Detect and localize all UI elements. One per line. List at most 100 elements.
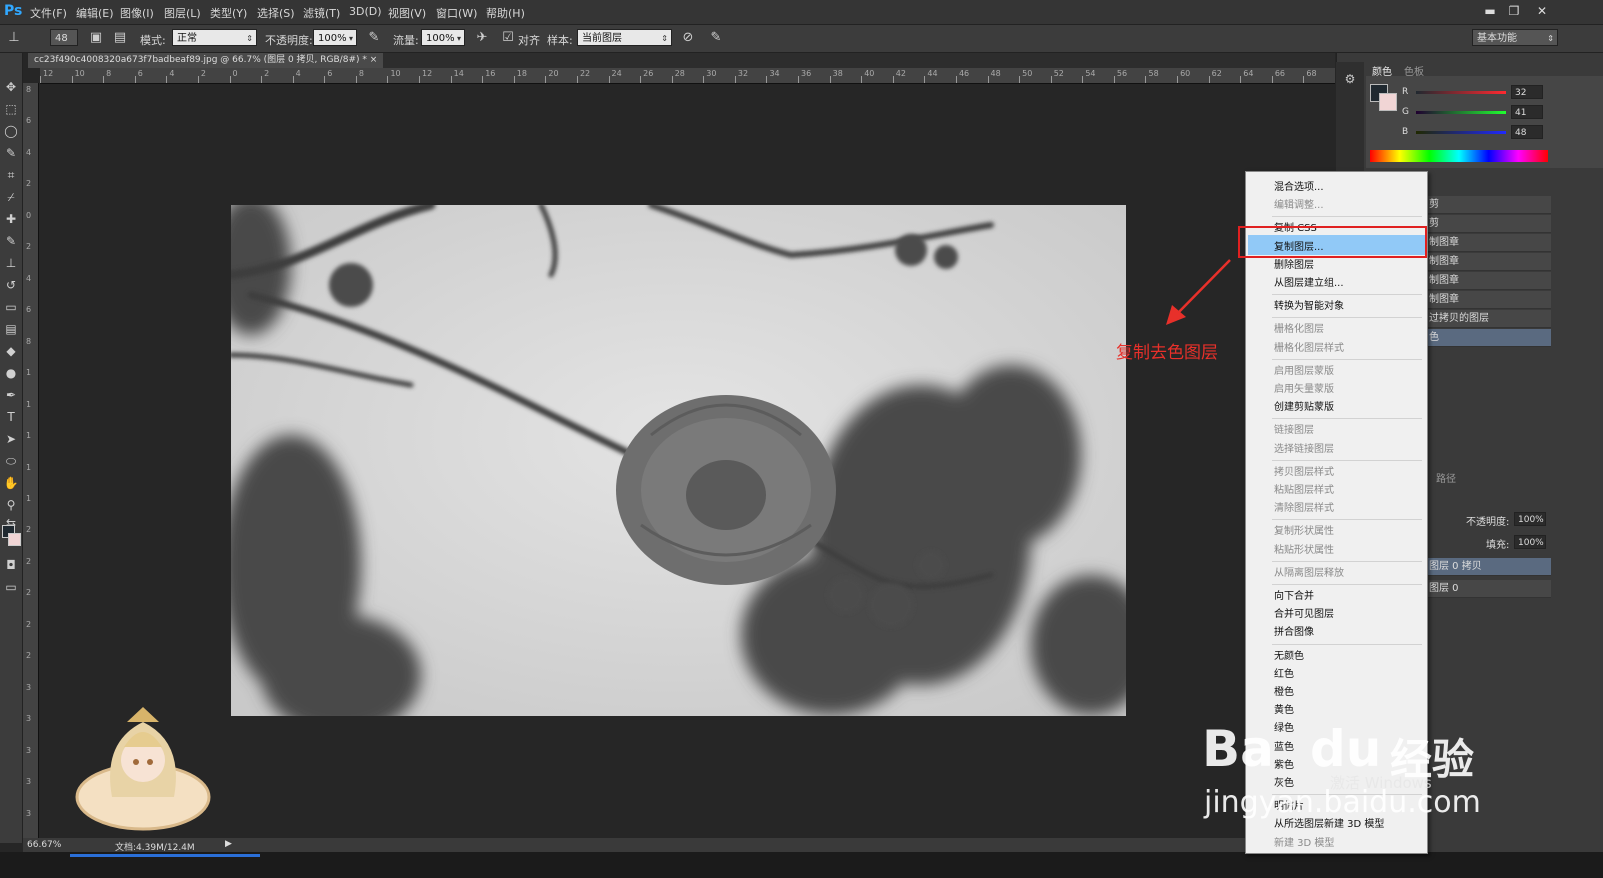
close-button[interactable]: ✕ xyxy=(1532,3,1552,19)
menu-item-5[interactable]: 选择(S) xyxy=(257,5,295,21)
context-menu-item: 链接图层 xyxy=(1274,425,1314,437)
layer-opacity-field[interactable]: 100% xyxy=(1514,512,1546,526)
path-select-icon[interactable]: ➤ xyxy=(3,431,19,447)
tab-color[interactable]: 颜色 xyxy=(1372,63,1392,78)
quick-mask-icon[interactable]: ◘ xyxy=(3,557,19,573)
menu-item-7[interactable]: 3D(D) xyxy=(349,5,382,18)
color-spectrum-ramp[interactable] xyxy=(1370,150,1548,162)
hand-icon[interactable]: ✋ xyxy=(3,475,19,491)
context-menu-item[interactable]: 红色 xyxy=(1274,665,1294,680)
clone-stamp-icon[interactable]: ⊥ xyxy=(3,255,19,271)
mode-select[interactable]: 正常 ⇕ xyxy=(172,29,257,46)
restore-button[interactable]: ❐ xyxy=(1504,3,1524,19)
lasso-icon[interactable]: ◯ xyxy=(3,123,19,139)
tab-paths[interactable]: 路径 xyxy=(1426,470,1566,485)
context-menu-item[interactable]: 无颜色 xyxy=(1274,647,1304,662)
workspace-select[interactable]: 基本功能 ⇕ xyxy=(1472,29,1558,46)
context-menu-item[interactable]: 拼合图像 xyxy=(1274,623,1314,638)
history-row[interactable]: 制图章 xyxy=(1426,291,1551,309)
menu-item-8[interactable]: 视图(V) xyxy=(388,5,426,21)
menu-item-1[interactable]: 编辑(E) xyxy=(76,5,114,21)
history-icon[interactable]: ⚙ xyxy=(1342,72,1358,88)
gradient-icon[interactable]: ▤ xyxy=(3,321,19,337)
layer-row-base[interactable]: 图层 0 xyxy=(1426,580,1551,598)
context-menu-item[interactable]: 创建剪贴蒙版 xyxy=(1274,398,1334,413)
ignore-adjustment-icon[interactable]: ⊘ xyxy=(680,30,696,46)
sample-value: 当前图层 xyxy=(582,33,622,44)
screen-mode-icon[interactable]: ▭ xyxy=(3,579,19,595)
crop-icon[interactable]: ⌗ xyxy=(3,167,19,183)
v-ruler-tick: 2 xyxy=(26,525,32,535)
pressure-size-icon[interactable]: ✎ xyxy=(708,30,724,46)
pen-icon[interactable]: ✒ xyxy=(3,387,19,403)
history-row[interactable]: 剪 xyxy=(1426,215,1551,233)
g-slider[interactable] xyxy=(1416,111,1506,114)
pressure-opacity-icon[interactable]: ✎ xyxy=(366,30,382,46)
h-ruler-tick: 62 xyxy=(1211,69,1222,78)
menu-item-4[interactable]: 类型(Y) xyxy=(210,5,247,21)
layer-row-copy[interactable]: 图层 0 拷贝 xyxy=(1426,558,1551,576)
menu-item-3[interactable]: 图层(L) xyxy=(164,5,201,21)
history-row[interactable]: 色 xyxy=(1426,329,1551,347)
vertical-ruler[interactable]: 8 6 4 2 0 2 4 6 8 1 1 1 1 1 2 2 2 2 2 3 3 3 3 3 xyxy=(23,83,39,838)
menu-item-2[interactable]: 图像(I) xyxy=(120,5,154,21)
background-color-swatch[interactable] xyxy=(1379,93,1397,111)
g-value[interactable]: 41 xyxy=(1511,105,1543,119)
quick-select-icon[interactable]: ✎ xyxy=(3,145,19,161)
context-menu-item[interactable]: 转换为智能对象 xyxy=(1274,297,1344,312)
b-slider[interactable] xyxy=(1416,131,1506,134)
dodge-icon[interactable]: ● xyxy=(3,365,19,381)
airbrush-icon[interactable]: ✈ xyxy=(474,30,490,46)
align-checkbox[interactable]: ☑ xyxy=(500,30,516,46)
history-row[interactable]: 剪 xyxy=(1426,196,1551,214)
tab-close-icon[interactable]: × xyxy=(370,55,378,65)
menu-item-10[interactable]: 帮助(H) xyxy=(486,5,525,21)
menu-item-9[interactable]: 窗口(W) xyxy=(436,5,477,21)
sample-select[interactable]: 当前图层 ⇕ xyxy=(577,29,672,46)
eyedropper-icon[interactable]: ⌿ xyxy=(3,189,19,205)
tab-swatches[interactable]: 色板 xyxy=(1404,63,1424,78)
menu-item-6[interactable]: 滤镜(T) xyxy=(303,5,340,21)
context-menu-item[interactable]: 删除图层 xyxy=(1274,256,1314,271)
zoom-icon[interactable]: ⚲ xyxy=(3,497,19,513)
watermark-url: jingyan.baidu.com xyxy=(1204,785,1481,820)
flow-field[interactable]: 100% ▾ xyxy=(421,29,465,46)
brush-icon[interactable]: ✎ xyxy=(3,233,19,249)
zoom-level[interactable]: 66.67% xyxy=(27,840,61,850)
opacity-field[interactable]: 100% ▾ xyxy=(313,29,357,46)
b-value[interactable]: 48 xyxy=(1511,125,1543,139)
r-slider[interactable] xyxy=(1416,91,1506,94)
history-row[interactable]: 过拷贝的图层 xyxy=(1426,310,1551,328)
marquee-icon[interactable]: ⬚ xyxy=(3,101,19,117)
background-color-tool[interactable] xyxy=(8,533,21,546)
horizontal-ruler[interactable]: 12 10 8 6 4 2 0 2 4 6 8 10 12 14 16 18 20 22 24 26 28 30 32 34 3… xyxy=(40,68,1335,84)
context-menu-item[interactable]: 混合选项... xyxy=(1274,178,1324,193)
clone-stamp-icon[interactable]: ⊥ xyxy=(6,30,22,46)
blur-icon[interactable]: ◆ xyxy=(3,343,19,359)
history-row[interactable]: 制图章 xyxy=(1426,253,1551,271)
status-menu-arrow-icon[interactable]: ▶ xyxy=(225,839,232,849)
healing-icon[interactable]: ✚ xyxy=(3,211,19,227)
context-menu-item[interactable]: 从图层建立组... xyxy=(1274,274,1344,289)
brush-preset-picker[interactable]: 48 xyxy=(50,29,78,46)
highlight-annotation-box xyxy=(1238,226,1427,258)
type-icon[interactable]: T xyxy=(3,409,19,425)
history-row[interactable]: 制图章 xyxy=(1426,234,1551,252)
context-menu-item[interactable]: 合并可见图层 xyxy=(1274,605,1334,620)
context-menu-item[interactable]: 向下合并 xyxy=(1274,587,1314,602)
h-ruler-tick: 2 xyxy=(200,69,207,78)
menu-item-0[interactable]: 文件(F) xyxy=(30,5,67,21)
layer-fill-field[interactable]: 100% xyxy=(1514,535,1546,549)
h-ruler-tick: 18 xyxy=(516,69,527,78)
move-icon[interactable]: ✥ xyxy=(3,79,19,95)
document-tab[interactable]: cc23f490c4008320a673f7badbeaf89.jpg @ 66… xyxy=(28,53,384,68)
document-image[interactable] xyxy=(231,205,1126,716)
history-brush-icon[interactable]: ↺ xyxy=(3,277,19,293)
shape-icon[interactable]: ⬭ xyxy=(3,453,19,469)
history-row[interactable]: 制图章 xyxy=(1426,272,1551,290)
clone-source-icon[interactable]: ▣ xyxy=(88,30,104,46)
brush-panel-icon[interactable]: ▤ xyxy=(112,30,128,46)
eraser-icon[interactable]: ▭ xyxy=(3,299,19,315)
minimize-button[interactable]: ▬ xyxy=(1480,3,1500,19)
r-value[interactable]: 32 xyxy=(1511,85,1543,99)
